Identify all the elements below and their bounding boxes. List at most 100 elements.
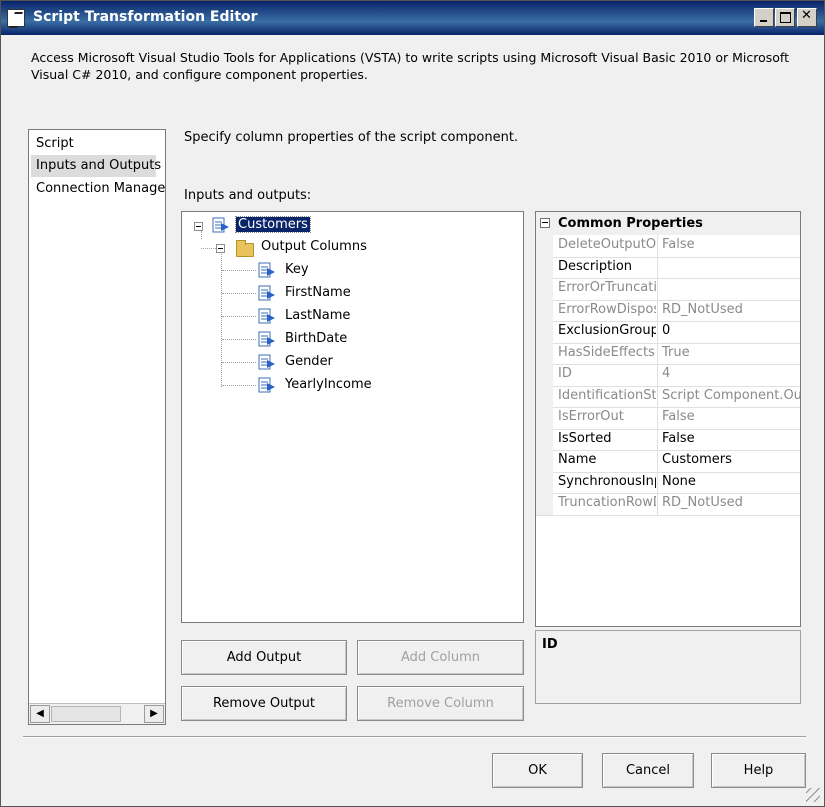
column-label[interactable]: BirthDate (285, 331, 347, 346)
maximize-button[interactable] (775, 8, 795, 27)
property-category-label: Common Properties (558, 216, 703, 231)
footer-divider (23, 736, 806, 738)
property-category-header[interactable]: Common Properties (536, 212, 800, 235)
column-icon (258, 285, 275, 301)
property-description-title: ID (542, 637, 558, 652)
column-icon (258, 308, 275, 324)
property-row[interactable]: Name Customers (536, 450, 800, 473)
property-name: Name (558, 452, 597, 467)
property-name: ExclusionGroup (558, 323, 656, 338)
add-column-button[interactable]: Add Column (357, 640, 524, 675)
column-label[interactable]: FirstName (285, 285, 351, 300)
collapse-output-columns-icon[interactable] (216, 244, 225, 253)
column-label[interactable]: Key (285, 262, 309, 277)
property-row[interactable]: Description (536, 256, 800, 279)
property-value: 4 (662, 366, 671, 381)
property-value[interactable]: Customers (662, 452, 800, 467)
property-value: False (662, 409, 695, 424)
window-title: Script Transformation Editor (33, 9, 258, 25)
property-row[interactable]: ID 4 (536, 364, 800, 387)
tree-node-output-columns[interactable]: Output Columns (261, 237, 367, 257)
tree-node-customers-label[interactable]: Customers (235, 216, 311, 233)
ok-button[interactable]: OK (492, 753, 583, 788)
column-label[interactable]: YearlyIncome (285, 377, 372, 392)
property-value: True (662, 344, 690, 360)
nav-horizontal-scrollbar[interactable]: ◀ ▶ (29, 703, 165, 724)
tree-node-column[interactable]: BirthDate (285, 329, 347, 349)
column-label[interactable]: Gender (285, 354, 333, 369)
nav-item-script[interactable]: Script (31, 133, 74, 155)
folder-icon (236, 240, 254, 257)
property-name: HasSideEffects (558, 344, 655, 360)
script-transformation-editor-window: Script Transformation Editor Access Micr… (0, 0, 825, 807)
tree-connector (201, 231, 202, 239)
tree-node-column[interactable]: Key (285, 260, 309, 280)
scroll-thumb[interactable] (51, 706, 121, 722)
tree-connector (222, 362, 256, 363)
property-name: IdentificationString (558, 387, 656, 403)
property-row[interactable]: SynchronousInputID None (536, 471, 800, 494)
property-value: Script Component.Outputs[Customers] (662, 387, 800, 403)
property-name: ErrorOrTruncationOperation (558, 280, 656, 295)
cancel-button[interactable]: Cancel (602, 753, 694, 788)
property-value: RD_NotUsed (662, 301, 743, 317)
property-value[interactable]: False (662, 431, 800, 446)
property-name: ErrorRowDisposition (558, 301, 656, 317)
column-icon (258, 331, 275, 347)
property-name: TruncationRowDisposition (558, 495, 656, 510)
column-icon (258, 262, 275, 278)
property-name: ID (558, 366, 572, 381)
page-instruction: Specify column properties of the script … (184, 130, 519, 145)
property-description-panel: ID (535, 630, 801, 704)
column-icon (258, 377, 275, 393)
close-button[interactable] (797, 8, 817, 27)
tree-node-customers[interactable]: Customers (235, 215, 311, 235)
column-label[interactable]: LastName (285, 308, 350, 323)
property-row[interactable]: ErrorRowDisposition RD_NotUsed (536, 299, 800, 322)
tree-node-column[interactable]: YearlyIncome (285, 375, 372, 395)
tree-connector (222, 293, 256, 294)
property-row[interactable]: ExclusionGroup 0 (536, 321, 800, 344)
property-row[interactable]: IsSorted False (536, 428, 800, 451)
property-row[interactable]: IsErrorOut False (536, 407, 800, 430)
tree-node-output-columns-label[interactable]: Output Columns (261, 239, 367, 254)
tree-label: Inputs and outputs: (184, 188, 312, 203)
resize-grip-icon[interactable] (806, 788, 820, 802)
add-output-button[interactable]: Add Output (181, 640, 347, 675)
remove-column-button[interactable]: Remove Column (357, 686, 524, 721)
nav-item-connection-managers[interactable]: Connection Managers (31, 178, 165, 200)
collapse-customers-icon[interactable] (194, 222, 203, 231)
tree-node-column[interactable]: LastName (285, 306, 350, 326)
script-app-icon (7, 9, 25, 27)
scroll-right-arrow-icon[interactable]: ▶ (144, 705, 164, 723)
property-row[interactable]: HasSideEffects True (536, 342, 800, 365)
nav-item-inputs-and-outputs[interactable]: Inputs and Outputs (31, 155, 161, 177)
tree-connector (222, 316, 256, 317)
tree-node-column[interactable]: Gender (285, 352, 333, 372)
collapse-category-icon[interactable] (540, 218, 550, 228)
inputs-outputs-tree: Customers Output Columns Key FirstName L… (181, 211, 524, 623)
page-navigation-list: Script Inputs and Outputs Connection Man… (28, 129, 166, 725)
minimize-button[interactable] (754, 8, 774, 27)
tree-connector (201, 248, 216, 249)
scroll-left-arrow-icon[interactable]: ◀ (30, 705, 50, 723)
title-bar[interactable]: Script Transformation Editor (1, 1, 824, 35)
property-row[interactable]: DeleteOutputOnPathDetached False (536, 235, 800, 258)
tree-connector (222, 339, 256, 340)
property-name: IsErrorOut (558, 409, 624, 424)
remove-output-button[interactable]: Remove Output (181, 686, 347, 721)
tree-connector (222, 385, 256, 386)
property-value[interactable]: 0 (662, 323, 800, 338)
property-row[interactable]: TruncationRowDisposition RD_NotUsed (536, 493, 800, 516)
property-name: Description (558, 258, 633, 274)
help-button[interactable]: Help (711, 753, 806, 788)
column-icon (258, 354, 275, 370)
property-value: RD_NotUsed (662, 495, 743, 510)
editor-description: Access Microsoft Visual Studio Tools for… (31, 50, 790, 82)
output-icon (212, 217, 229, 233)
tree-node-column[interactable]: FirstName (285, 283, 351, 303)
property-row[interactable]: ErrorOrTruncationOperation (536, 278, 800, 301)
property-row[interactable]: IdentificationString Script Component.Out… (536, 385, 800, 408)
property-value[interactable]: None (662, 474, 800, 489)
property-name: SynchronousInputID (558, 473, 656, 489)
